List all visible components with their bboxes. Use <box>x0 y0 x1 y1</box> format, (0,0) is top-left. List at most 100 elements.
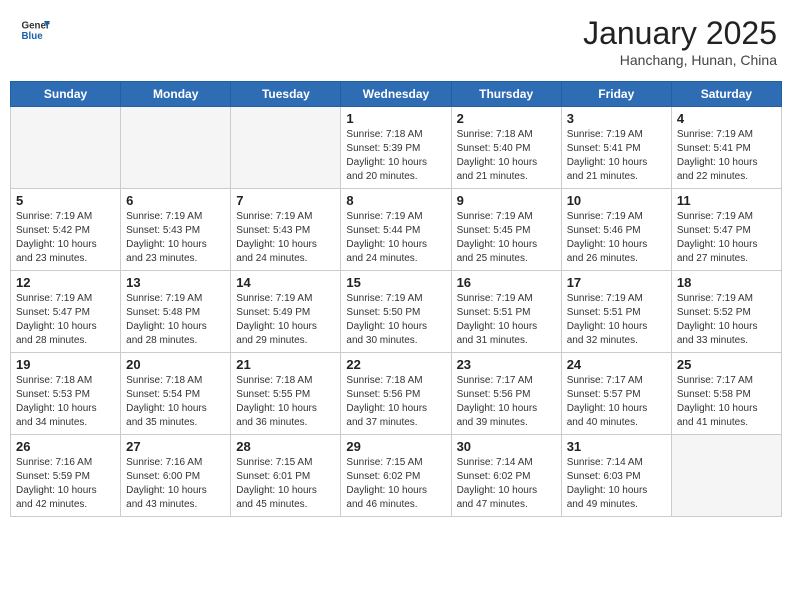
day-info: Sunrise: 7:17 AM Sunset: 5:58 PM Dayligh… <box>677 374 776 430</box>
day-info: Sunrise: 7:18 AM Sunset: 5:54 PM Dayligh… <box>126 374 225 430</box>
day-number: 24 <box>567 357 666 372</box>
day-number: 10 <box>567 193 666 208</box>
logo: General Blue <box>20 15 50 45</box>
calendar-cell: 20 Sunrise: 7:18 AM Sunset: 5:54 PM Dayli… <box>121 353 231 435</box>
day-info: Sunrise: 7:19 AM Sunset: 5:49 PM Dayligh… <box>236 292 335 348</box>
day-of-week-header: Sunday <box>11 82 121 107</box>
day-number: 7 <box>236 193 335 208</box>
svg-text:Blue: Blue <box>22 31 44 42</box>
day-info: Sunrise: 7:19 AM Sunset: 5:47 PM Dayligh… <box>16 292 115 348</box>
day-info: Sunrise: 7:18 AM Sunset: 5:53 PM Dayligh… <box>16 374 115 430</box>
calendar-cell: 14 Sunrise: 7:19 AM Sunset: 5:49 PM Dayli… <box>231 271 341 353</box>
calendar-cell: 16 Sunrise: 7:19 AM Sunset: 5:51 PM Dayli… <box>451 271 561 353</box>
day-number: 31 <box>567 439 666 454</box>
day-number: 9 <box>457 193 556 208</box>
calendar-cell <box>121 107 231 189</box>
day-number: 4 <box>677 111 776 126</box>
day-info: Sunrise: 7:19 AM Sunset: 5:43 PM Dayligh… <box>236 210 335 266</box>
day-number: 23 <box>457 357 556 372</box>
day-info: Sunrise: 7:14 AM Sunset: 6:02 PM Dayligh… <box>457 456 556 512</box>
day-of-week-header: Thursday <box>451 82 561 107</box>
day-number: 16 <box>457 275 556 290</box>
day-number: 20 <box>126 357 225 372</box>
day-number: 1 <box>346 111 445 126</box>
day-number: 5 <box>16 193 115 208</box>
day-info: Sunrise: 7:15 AM Sunset: 6:01 PM Dayligh… <box>236 456 335 512</box>
day-number: 13 <box>126 275 225 290</box>
calendar-cell: 30 Sunrise: 7:14 AM Sunset: 6:02 PM Dayli… <box>451 435 561 517</box>
day-number: 11 <box>677 193 776 208</box>
day-number: 30 <box>457 439 556 454</box>
calendar-week-row: 5 Sunrise: 7:19 AM Sunset: 5:42 PM Daylig… <box>11 189 782 271</box>
calendar-week-row: 1 Sunrise: 7:18 AM Sunset: 5:39 PM Daylig… <box>11 107 782 189</box>
day-info: Sunrise: 7:18 AM Sunset: 5:56 PM Dayligh… <box>346 374 445 430</box>
day-of-week-header: Friday <box>561 82 671 107</box>
calendar-cell: 9 Sunrise: 7:19 AM Sunset: 5:45 PM Daylig… <box>451 189 561 271</box>
day-info: Sunrise: 7:16 AM Sunset: 6:00 PM Dayligh… <box>126 456 225 512</box>
day-number: 3 <box>567 111 666 126</box>
calendar-week-row: 12 Sunrise: 7:19 AM Sunset: 5:47 PM Dayli… <box>11 271 782 353</box>
day-number: 17 <box>567 275 666 290</box>
day-info: Sunrise: 7:19 AM Sunset: 5:41 PM Dayligh… <box>567 128 666 184</box>
calendar-cell: 3 Sunrise: 7:19 AM Sunset: 5:41 PM Daylig… <box>561 107 671 189</box>
calendar-cell: 29 Sunrise: 7:15 AM Sunset: 6:02 PM Dayli… <box>341 435 451 517</box>
title-block: January 2025 Hanchang, Hunan, China <box>583 15 777 68</box>
calendar-cell: 13 Sunrise: 7:19 AM Sunset: 5:48 PM Dayli… <box>121 271 231 353</box>
day-number: 28 <box>236 439 335 454</box>
day-number: 25 <box>677 357 776 372</box>
calendar-cell: 8Sunrise: 7:19 AM Sunset: 5:44 PM Daylig… <box>341 189 451 271</box>
calendar-cell <box>671 435 781 517</box>
day-info: Sunrise: 7:19 AM Sunset: 5:46 PM Dayligh… <box>567 210 666 266</box>
day-info: Sunrise: 7:19 AM Sunset: 5:50 PM Dayligh… <box>346 292 445 348</box>
calendar-cell: 19 Sunrise: 7:18 AM Sunset: 5:53 PM Dayli… <box>11 353 121 435</box>
day-info: Sunrise: 7:19 AM Sunset: 5:42 PM Dayligh… <box>16 210 115 266</box>
day-number: 21 <box>236 357 335 372</box>
calendar-cell: 11 Sunrise: 7:19 AM Sunset: 5:47 PM Dayli… <box>671 189 781 271</box>
calendar-cell: 4 Sunrise: 7:19 AM Sunset: 5:41 PM Daylig… <box>671 107 781 189</box>
page-header: General Blue January 2025 Hanchang, Huna… <box>10 10 782 73</box>
day-info: Sunrise: 7:17 AM Sunset: 5:56 PM Dayligh… <box>457 374 556 430</box>
day-number: 15 <box>346 275 445 290</box>
day-number: 6 <box>126 193 225 208</box>
logo-icon: General Blue <box>20 15 50 45</box>
day-info: Sunrise: 7:19 AM Sunset: 5:48 PM Dayligh… <box>126 292 225 348</box>
day-number: 29 <box>346 439 445 454</box>
day-number: 8 <box>346 193 445 208</box>
calendar-week-row: 19 Sunrise: 7:18 AM Sunset: 5:53 PM Dayli… <box>11 353 782 435</box>
day-number: 27 <box>126 439 225 454</box>
day-info: Sunrise: 7:19 AM Sunset: 5:51 PM Dayligh… <box>457 292 556 348</box>
day-info: Sunrise: 7:16 AM Sunset: 5:59 PM Dayligh… <box>16 456 115 512</box>
day-of-week-header: Monday <box>121 82 231 107</box>
calendar-cell: 22Sunrise: 7:18 AM Sunset: 5:56 PM Dayli… <box>341 353 451 435</box>
day-info: Sunrise: 7:14 AM Sunset: 6:03 PM Dayligh… <box>567 456 666 512</box>
day-info: Sunrise: 7:19 AM Sunset: 5:45 PM Dayligh… <box>457 210 556 266</box>
day-number: 26 <box>16 439 115 454</box>
day-info: Sunrise: 7:18 AM Sunset: 5:55 PM Dayligh… <box>236 374 335 430</box>
day-info: Sunrise: 7:15 AM Sunset: 6:02 PM Dayligh… <box>346 456 445 512</box>
calendar-cell: 21 Sunrise: 7:18 AM Sunset: 5:55 PM Dayli… <box>231 353 341 435</box>
day-info: Sunrise: 7:19 AM Sunset: 5:43 PM Dayligh… <box>126 210 225 266</box>
calendar-cell: 6 Sunrise: 7:19 AM Sunset: 5:43 PM Daylig… <box>121 189 231 271</box>
calendar-header-row: SundayMondayTuesdayWednesdayThursdayFrid… <box>11 82 782 107</box>
day-number: 14 <box>236 275 335 290</box>
calendar-cell: 12 Sunrise: 7:19 AM Sunset: 5:47 PM Dayli… <box>11 271 121 353</box>
day-number: 19 <box>16 357 115 372</box>
calendar-table: SundayMondayTuesdayWednesdayThursdayFrid… <box>10 81 782 517</box>
calendar-cell: 27 Sunrise: 7:16 AM Sunset: 6:00 PM Dayli… <box>121 435 231 517</box>
day-info: Sunrise: 7:19 AM Sunset: 5:51 PM Dayligh… <box>567 292 666 348</box>
day-number: 12 <box>16 275 115 290</box>
day-info: Sunrise: 7:19 AM Sunset: 5:52 PM Dayligh… <box>677 292 776 348</box>
month-title: January 2025 <box>583 15 777 52</box>
day-number: 18 <box>677 275 776 290</box>
calendar-week-row: 26 Sunrise: 7:16 AM Sunset: 5:59 PM Dayli… <box>11 435 782 517</box>
calendar-cell: 15 Sunrise: 7:19 AM Sunset: 5:50 PM Dayli… <box>341 271 451 353</box>
day-of-week-header: Tuesday <box>231 82 341 107</box>
day-info: Sunrise: 7:19 AM Sunset: 5:41 PM Dayligh… <box>677 128 776 184</box>
calendar-cell: 25 Sunrise: 7:17 AM Sunset: 5:58 PM Dayli… <box>671 353 781 435</box>
calendar-cell: 1 Sunrise: 7:18 AM Sunset: 5:39 PM Daylig… <box>341 107 451 189</box>
day-info: Sunrise: 7:19 AM Sunset: 5:47 PM Dayligh… <box>677 210 776 266</box>
calendar-cell <box>231 107 341 189</box>
calendar-cell: 10 Sunrise: 7:19 AM Sunset: 5:46 PM Dayli… <box>561 189 671 271</box>
day-info: Sunrise: 7:18 AM Sunset: 5:40 PM Dayligh… <box>457 128 556 184</box>
day-info: Sunrise: 7:18 AM Sunset: 5:39 PM Dayligh… <box>346 128 445 184</box>
